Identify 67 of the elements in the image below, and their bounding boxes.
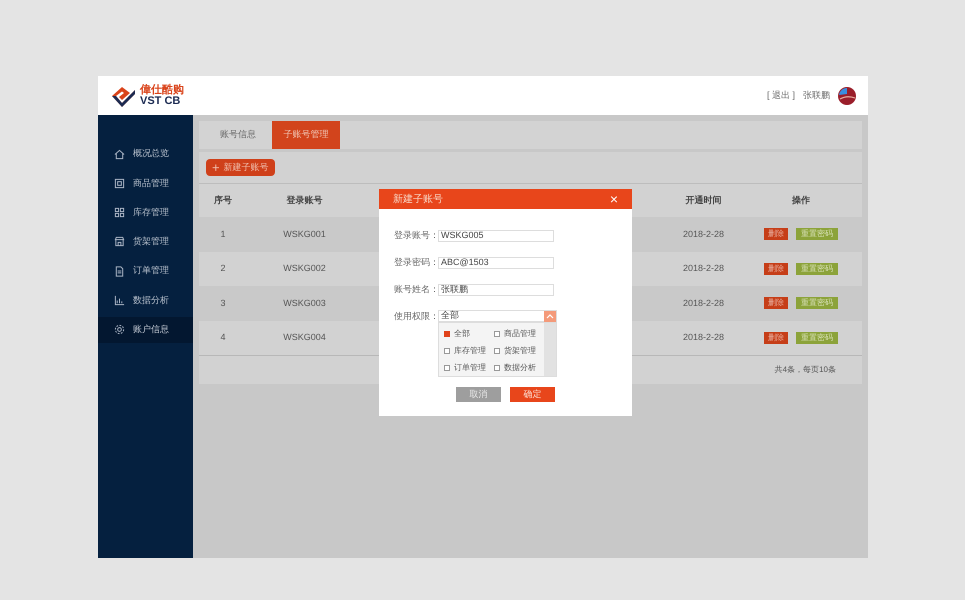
checkbox[interactable]: [444, 364, 450, 370]
checkbox[interactable]: [444, 330, 450, 336]
field-label: 账号姓名：: [394, 283, 438, 296]
logo-subtitle: VST CB: [140, 96, 180, 106]
sidebar-item[interactable]: 商品管理: [98, 170, 193, 196]
table-cell-text: WSKG002: [282, 262, 327, 275]
table-cell-text: WSKG001: [282, 228, 327, 240]
sidebar-item[interactable]: 货架管理: [98, 228, 193, 255]
checkbox[interactable]: [444, 348, 450, 354]
text-field[interactable]: ABC@1503: [438, 256, 554, 269]
sidebar-label: 货架管理: [133, 235, 169, 248]
permission-option[interactable]: 商品管理: [494, 327, 544, 340]
permission-option[interactable]: 货架管理: [494, 344, 544, 357]
user-name: 张联鹏: [803, 88, 830, 102]
sidebar-item[interactable]: 概况总览: [98, 141, 193, 167]
table-cell-text: WSKG003: [282, 296, 327, 310]
text-field[interactable]: WSKG005: [438, 230, 554, 242]
sidebar-item[interactable]: 账户信息: [98, 316, 193, 343]
sidebar-label: 概况总览: [133, 147, 169, 160]
column-header: 操作: [791, 194, 811, 207]
logout-link[interactable]: [ 退出 ]: [766, 88, 795, 102]
package-icon: [114, 178, 125, 189]
table-cell-text: 1: [219, 228, 226, 240]
field-label: 登录账号：: [394, 229, 438, 242]
permission-select[interactable]: 全部: [438, 310, 557, 322]
permission-option[interactable]: 数据分析: [494, 361, 544, 374]
field-label: 登录密码：: [394, 256, 438, 269]
chart-icon: [114, 294, 125, 306]
store-icon: [114, 236, 125, 248]
column-header: 开通时间: [684, 194, 722, 207]
logo-name: 偉仕酷购: [140, 84, 184, 96]
table-cell-text: WSKG004: [282, 331, 327, 344]
document-icon: [114, 266, 125, 277]
column-header: 登录账号: [286, 194, 324, 207]
checkbox[interactable]: [494, 348, 500, 354]
sidebar-label: 数据分析: [133, 294, 169, 307]
table-cell-text: 4: [219, 331, 226, 344]
settings-icon: [114, 324, 125, 336]
sidebar-item[interactable]: 数据分析: [98, 287, 193, 314]
sidebar-label: 账户信息: [133, 323, 169, 336]
table-cell-text: 3: [219, 296, 226, 310]
field-label: 使用权限：: [394, 310, 438, 323]
table-cell-text: 2018-2-28: [682, 331, 726, 344]
table-cell-text: 2018-2-28: [682, 228, 726, 240]
avatar-icon[interactable]: [838, 86, 856, 104]
close-button[interactable]: ×: [610, 192, 618, 206]
sidebar-label: 商品管理: [133, 176, 169, 190]
sidebar-item[interactable]: 库存管理: [98, 200, 193, 226]
tab[interactable]: 账号信息: [204, 121, 272, 149]
checkbox[interactable]: [494, 330, 500, 336]
grid-icon: [114, 207, 125, 218]
text-field[interactable]: 张联鹏: [438, 284, 554, 296]
permission-option[interactable]: 全部: [444, 327, 494, 340]
scrollbar[interactable]: [544, 323, 556, 376]
dialog-title: 新建子账号: [393, 192, 443, 206]
table-cell-text: 2018-2-28: [682, 262, 726, 275]
permission-option[interactable]: 库存管理: [444, 344, 494, 357]
table-cell-text: 2: [219, 262, 226, 275]
checkbox[interactable]: [494, 364, 500, 370]
sidebar-label: 库存管理: [133, 206, 169, 219]
column-header: 序号: [213, 194, 233, 207]
home-icon: [114, 148, 125, 160]
sidebar-label: 订单管理: [133, 264, 169, 278]
sidebar-item[interactable]: 订单管理: [98, 258, 193, 284]
permission-option[interactable]: 订单管理: [444, 361, 494, 374]
table-cell-text: 2018-2-28: [682, 296, 726, 310]
pagination-summary: 共4条，每页10条: [774, 364, 836, 376]
